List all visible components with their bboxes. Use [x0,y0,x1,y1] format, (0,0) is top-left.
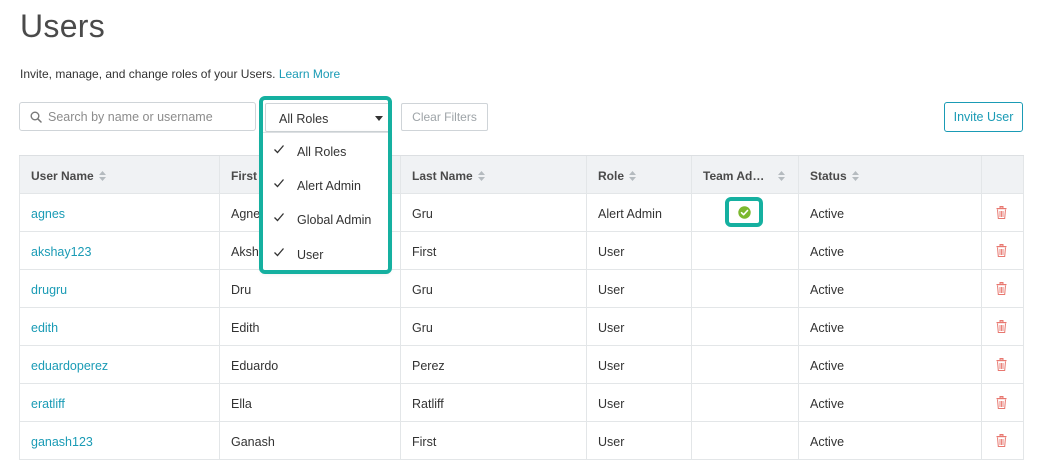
sort-icon [629,170,637,181]
sort-icon [778,170,786,181]
invite-user-button[interactable]: Invite User [944,102,1023,132]
table-row: eduardoperez Eduardo Perez User Active [19,346,1024,384]
role-option-alert-admin[interactable]: Alert Admin [263,168,388,202]
table-row: agnes Agnes Gru Alert Admin Active [19,194,1024,232]
search-input[interactable] [48,107,248,127]
username-link[interactable]: akshay123 [31,245,91,259]
table-header-row: User Name First Name Last Name Role Team… [19,156,1024,194]
search-box[interactable] [19,102,256,131]
team-admin-cell [692,422,799,459]
check-icon [274,179,284,188]
column-header-label: Status [810,169,847,183]
trash-icon[interactable] [996,358,1007,371]
status-cell: Active [810,359,845,373]
team-admin-cell [692,232,799,269]
check-circle-icon [738,206,751,219]
role-cell: User [598,245,625,259]
table-row: eratliff Ella Ratliff User Active [19,384,1024,422]
username-link[interactable]: eduardoperez [31,359,108,373]
role-filter-value: All Roles [279,112,329,126]
role-option-label: Global Admin [297,213,372,227]
role-cell: Alert Admin [598,207,662,221]
status-cell: Active [810,397,845,411]
table-row: akshay123 Akshay First User Active [19,232,1024,270]
last-name-cell: First [412,245,437,259]
chevron-down-icon [375,116,383,121]
username-link[interactable]: eratliff [31,397,65,411]
check-icon [274,213,284,222]
team-admin-cell [692,384,799,421]
page-title: Users [20,8,106,44]
column-header-actions [982,156,1024,193]
status-cell: Active [810,207,845,221]
trash-icon[interactable] [996,434,1007,447]
table-row: ganash123 Ganash First User Active [19,422,1024,460]
last-name-cell: First [412,435,437,449]
status-cell: Active [810,435,845,449]
role-dropdown-menu: All Roles Alert Admin Global Admin User [262,132,389,271]
role-cell: User [598,397,625,411]
status-cell: Active [810,245,845,259]
last-name-cell: Gru [412,207,433,221]
page-subtitle: Invite, manage, and change roles of your… [20,67,340,81]
trash-icon[interactable] [996,282,1007,295]
role-filter-select[interactable]: All Roles [265,103,390,132]
sort-icon [851,170,859,181]
column-header-status[interactable]: Status [799,156,982,193]
role-option-label: Alert Admin [297,179,361,193]
role-option-all-roles[interactable]: All Roles [263,134,388,168]
username-link[interactable]: agnes [31,207,65,221]
trash-icon[interactable] [996,206,1007,219]
username-link[interactable]: edith [31,321,58,335]
role-option-user[interactable]: User [263,237,388,271]
first-name-cell: Eduardo [231,359,279,373]
role-cell: User [598,359,625,373]
first-name-cell: Ella [231,397,252,411]
check-icon [274,145,284,154]
trash-icon[interactable] [996,244,1007,257]
role-cell: User [598,283,625,297]
column-header-team-admin[interactable]: Team Ad… [692,156,799,193]
column-header-last-name[interactable]: Last Name [401,156,587,193]
role-option-label: All Roles [297,145,347,159]
sort-icon [98,170,106,181]
column-header-label: Team Ad… [703,169,765,183]
trash-icon[interactable] [996,320,1007,333]
last-name-cell: Gru [412,321,433,335]
role-cell: User [598,321,625,335]
learn-more-link[interactable]: Learn More [279,67,340,81]
team-admin-cell [692,270,799,307]
table-row: drugru Dru Gru User Active [19,270,1024,308]
status-cell: Active [810,321,845,335]
first-name-cell: Edith [231,321,260,335]
column-header-label: Role [598,169,625,183]
subtitle-text: Invite, manage, and change roles of your… [20,67,276,81]
team-admin-cell [692,308,799,345]
users-table: User Name First Name Last Name Role Team… [19,155,1024,460]
status-cell: Active [810,283,845,297]
last-name-cell: Gru [412,283,433,297]
role-cell: User [598,435,625,449]
username-link[interactable]: drugru [31,283,67,297]
team-admin-cell [692,346,799,383]
role-option-global-admin[interactable]: Global Admin [263,202,388,236]
check-icon [274,248,284,257]
search-icon [30,111,42,123]
first-name-cell: Ganash [231,435,275,449]
first-name-cell: Dru [231,283,252,297]
sort-icon [477,170,485,181]
last-name-cell: Ratliff [412,397,444,411]
column-header-label: User Name [31,169,94,183]
role-option-label: User [297,248,324,262]
team-admin-highlight [725,197,763,227]
username-link[interactable]: ganash123 [31,435,93,449]
trash-icon[interactable] [996,396,1007,409]
column-header-username[interactable]: User Name [20,156,220,193]
last-name-cell: Perez [412,359,445,373]
clear-filters-button[interactable]: Clear Filters [401,103,488,131]
column-header-label: Last Name [412,169,473,183]
table-row: edith Edith Gru User Active [19,308,1024,346]
column-header-role[interactable]: Role [587,156,692,193]
